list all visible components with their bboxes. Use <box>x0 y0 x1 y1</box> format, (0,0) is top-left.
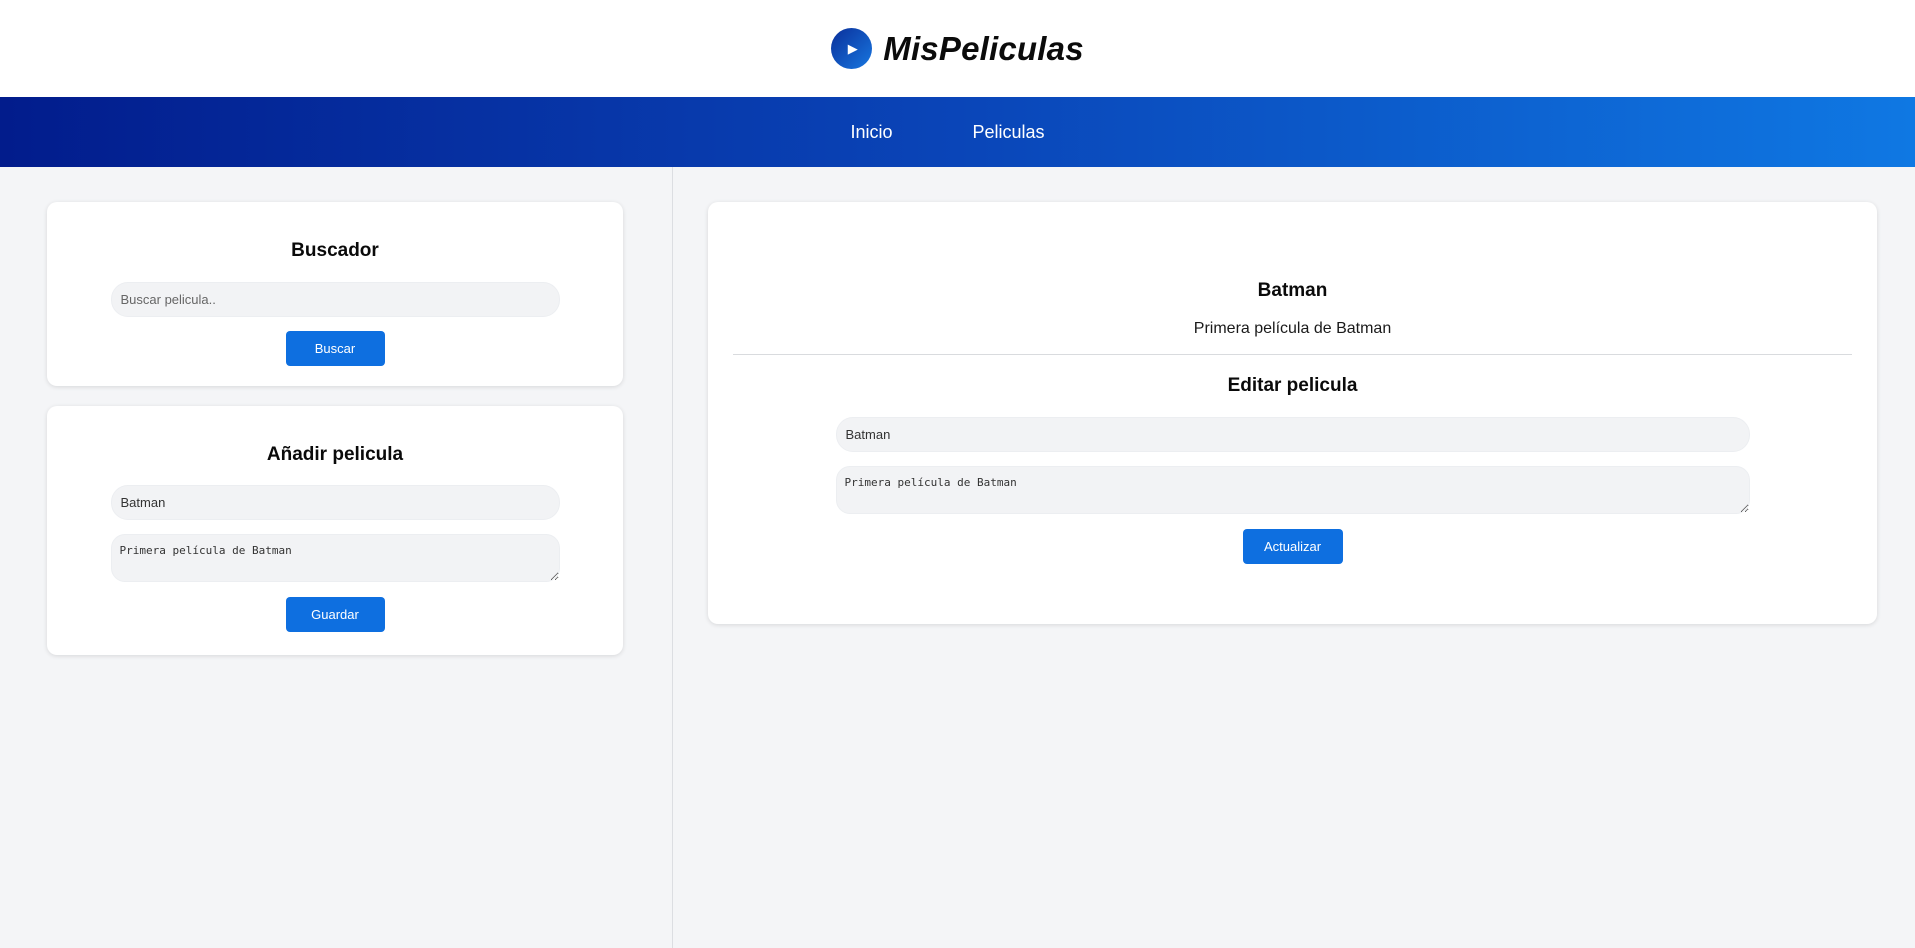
search-input[interactable] <box>110 282 560 317</box>
nav-item-peliculas[interactable]: Peliculas <box>972 122 1044 143</box>
update-button[interactable]: Actualizar <box>1242 529 1343 564</box>
site-header: ▶ MisPeliculas <box>0 0 1915 97</box>
play-icon-glyph: ▶ <box>847 40 858 56</box>
logo[interactable]: ▶ MisPeliculas <box>831 28 1084 69</box>
add-description-textarea[interactable]: Primera película de Batman <box>110 534 560 582</box>
edit-movie-title: Editar pelicula <box>1227 375 1358 396</box>
main-nav: Inicio Peliculas <box>0 97 1915 167</box>
search-card: Buscador Buscar <box>47 202 623 386</box>
save-button[interactable]: Guardar <box>285 597 385 632</box>
add-movie-title: Añadir pelicula <box>266 444 404 465</box>
nav-item-inicio[interactable]: Inicio <box>850 122 892 143</box>
sidebar: Buscador Buscar Añadir pelicula Primera … <box>0 167 673 948</box>
edit-description-textarea[interactable]: Primera película de Batman <box>835 466 1750 514</box>
add-movie-card: Añadir pelicula Primera película de Batm… <box>47 406 623 655</box>
movie-title: Batman <box>1257 280 1328 301</box>
site-title: MisPeliculas <box>883 29 1084 67</box>
movie-detail-card: Batman Primera película de Batman Editar… <box>708 202 1877 624</box>
movie-description: Primera película de Batman <box>1193 320 1392 337</box>
search-button[interactable]: Buscar <box>285 331 385 366</box>
movie-panel: Batman Primera película de Batman Editar… <box>673 167 1915 948</box>
edit-title-input[interactable] <box>835 417 1750 452</box>
divider <box>733 354 1852 355</box>
add-title-input[interactable] <box>110 485 560 520</box>
play-icon: ▶ <box>831 28 873 69</box>
search-title: Buscador <box>291 240 379 261</box>
main-content: Buscador Buscar Añadir pelicula Primera … <box>0 167 1915 948</box>
